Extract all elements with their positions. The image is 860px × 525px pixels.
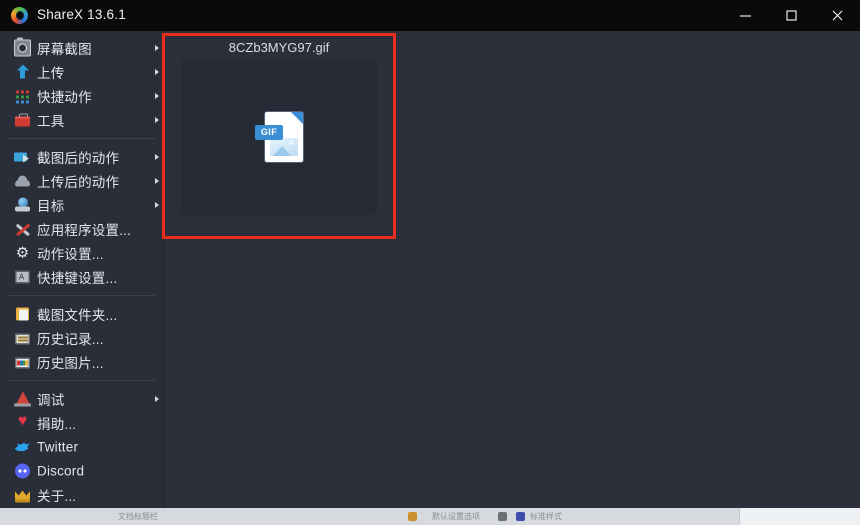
keyboard-key-icon: [14, 269, 31, 286]
submenu-arrow-icon: [155, 117, 159, 123]
cloud-icon: [14, 173, 31, 190]
menu-item-label: 屏幕截图: [37, 42, 92, 57]
menu-item-label: 上传: [37, 66, 65, 81]
menu-item-label: 历史记录...: [37, 332, 104, 347]
sharex-window: ShareX 13.6.1 屏幕截图上传快捷动作工具截图后的动作 上传后的动作 目标…: [0, 0, 860, 508]
menu-item-keyboard-key[interactable]: 快捷键设置...: [0, 265, 163, 289]
screen-root: 文滤三心图本理C网家当 文档标题栏默认设置选项标准样式 ShareX 13.6.…: [0, 0, 860, 525]
twitter-bird-icon: [14, 439, 31, 456]
menu-item-label: Discord: [37, 463, 85, 479]
taskbar-icon[interactable]: [498, 512, 507, 521]
upload-arrow-icon: [14, 64, 31, 81]
close-button[interactable]: [814, 0, 860, 31]
taskbar-item[interactable]: 文档标题栏: [118, 511, 190, 522]
crown-icon: [14, 487, 31, 504]
menu-separator: [8, 295, 155, 296]
submenu-arrow-icon: [155, 396, 159, 402]
menu-item-toolbox[interactable]: 工具: [0, 108, 163, 132]
highlight-annotation-rectangle: [162, 33, 396, 239]
taskbar-icon[interactable]: [408, 512, 417, 521]
submenu-arrow-icon: [155, 69, 159, 75]
title-bar[interactable]: ShareX 13.6.1: [0, 0, 860, 31]
window-title: ShareX 13.6.1: [37, 7, 126, 22]
menu-item-camera[interactable]: 屏幕截图: [0, 36, 163, 60]
menu-item-folder[interactable]: 截图文件夹...: [0, 302, 163, 326]
menu-item-destination[interactable]: 目标: [0, 193, 163, 217]
submenu-arrow-icon: [155, 45, 159, 51]
menu-item-label: 目标: [37, 199, 65, 214]
menu-item-label: 截图后的动作: [37, 151, 120, 166]
history-icon: [14, 330, 31, 347]
taskbar-item[interactable]: 标准样式: [530, 511, 590, 522]
menu-item-label: 动作设置...: [37, 247, 104, 262]
grid-dots-icon: [14, 88, 31, 105]
menu-item-label: 工具: [37, 114, 65, 129]
menu-item-heart[interactable]: 捐助...: [0, 411, 163, 435]
menu-item-label: 调试: [37, 393, 65, 408]
heart-icon: [14, 413, 31, 432]
destination-icon: [14, 197, 31, 214]
menu-item-crown[interactable]: 关于...: [0, 483, 163, 507]
submenu-arrow-icon: [155, 178, 159, 184]
menu-item-image-history[interactable]: 历史图片...: [0, 350, 163, 374]
menu-separator: [8, 138, 155, 139]
menu-item-label: 历史图片...: [37, 356, 104, 371]
camera-icon: [14, 37, 31, 57]
menu-item-history[interactable]: 历史记录...: [0, 326, 163, 350]
sharex-logo-icon: [11, 7, 28, 24]
menu-item-twitter-bird[interactable]: Twitter: [0, 435, 163, 459]
image-history-icon: [14, 354, 31, 371]
menu-item-upload-arrow[interactable]: 上传: [0, 60, 163, 84]
taskbar-tray[interactable]: [739, 508, 860, 525]
traffic-cone-icon: [14, 391, 31, 408]
menu-item-label: 截图文件夹...: [37, 308, 118, 323]
menu-item-grid-dots[interactable]: 快捷动作: [0, 84, 163, 108]
menu-item-label: 快捷动作: [37, 90, 92, 105]
menu-item-after-capture[interactable]: 截图后的动作: [0, 145, 163, 169]
menu-item-label: 关于...: [37, 489, 77, 504]
menu-item-label: Twitter: [37, 439, 79, 455]
menu-item-label: 快捷键设置...: [37, 271, 118, 286]
toolbox-icon: [14, 112, 31, 129]
taskbar-icon[interactable]: [516, 512, 525, 521]
menu-item-gear[interactable]: ⚙ 动作设置...: [0, 241, 163, 265]
folder-icon: [14, 306, 31, 323]
menu-item-traffic-cone[interactable]: 调试: [0, 387, 163, 411]
window-controls: [722, 0, 860, 31]
menu-item-label: 应用程序设置...: [37, 223, 132, 238]
menu-item-cloud[interactable]: 上传后的动作: [0, 169, 163, 193]
gear-icon: ⚙: [15, 244, 30, 262]
after-capture-icon: [14, 149, 31, 166]
submenu-arrow-icon: [155, 93, 159, 99]
maximize-button[interactable]: [768, 0, 814, 31]
menu-item-wrench-screwdriver[interactable]: 应用程序设置...: [0, 217, 163, 241]
minimize-button[interactable]: [722, 0, 768, 31]
main-menu: 屏幕截图上传快捷动作工具截图后的动作 上传后的动作 目标应用程序设置... ⚙ 动作设置…: [0, 31, 164, 508]
menu-separator: [8, 380, 155, 381]
submenu-arrow-icon: [155, 154, 159, 160]
discord-icon: [14, 463, 31, 480]
menu-item-label: 捐助...: [37, 417, 77, 432]
submenu-arrow-icon: [155, 202, 159, 208]
menu-item-discord[interactable]: Discord: [0, 459, 163, 483]
taskbar[interactable]: 文档标题栏 默认设置选项 标准样式: [0, 507, 860, 525]
wrench-screwdriver-icon: [14, 221, 31, 238]
menu-item-label: 上传后的动作: [37, 175, 120, 190]
